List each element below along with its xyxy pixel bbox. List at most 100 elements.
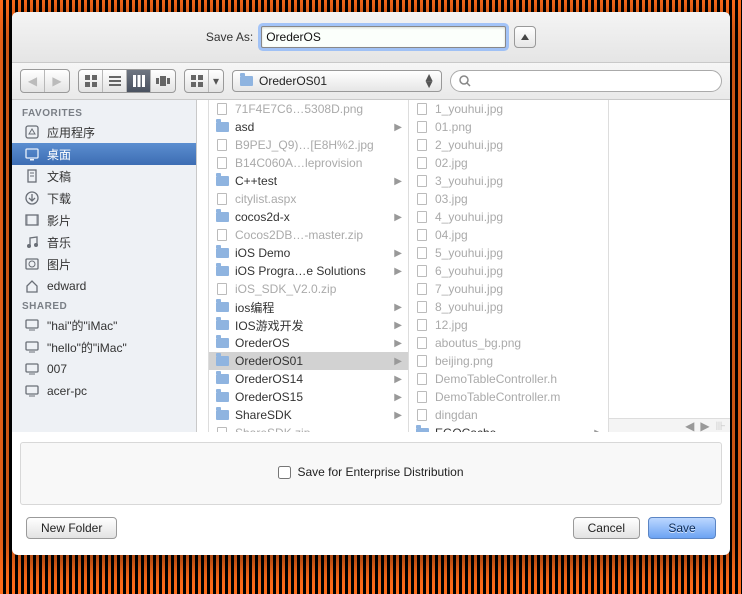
file-row[interactable]: 7_youhui.jpg <box>409 280 608 298</box>
file-row[interactable]: B14C060A…leprovision <box>209 154 408 172</box>
file-icon <box>215 156 229 170</box>
sidebar-item-label: 桌面 <box>47 146 71 163</box>
sidebar-item[interactable]: "hai"的"iMac" <box>12 314 196 336</box>
sidebar-item[interactable]: 桌面 <box>12 143 196 165</box>
sidebar-item[interactable]: 图片 <box>12 253 196 275</box>
file-row[interactable]: ShareSDK ▶ <box>209 406 408 424</box>
file-icon <box>415 246 429 260</box>
file-row[interactable]: 12.jpg <box>409 316 608 334</box>
sidebar-item[interactable]: edward <box>12 275 196 297</box>
horizontal-scrollbar[interactable]: ◀▶⊪ <box>609 418 730 432</box>
file-name: ShareSDK.zip <box>235 426 402 432</box>
file-row[interactable]: 01.png <box>409 118 608 136</box>
folder-icon <box>215 354 229 368</box>
file-row[interactable]: 5_youhui.jpg <box>409 244 608 262</box>
file-row[interactable]: EGOCache▶ <box>409 424 608 432</box>
file-row[interactable]: aboutus_bg.png <box>409 334 608 352</box>
file-row[interactable]: Cocos2DB…-master.zip <box>209 226 408 244</box>
file-icon <box>215 138 229 152</box>
file-row[interactable]: beijing.png <box>409 352 608 370</box>
column-edge <box>197 100 209 432</box>
file-row[interactable]: 1_youhui.jpg <box>409 100 608 118</box>
grid-icon <box>85 75 97 87</box>
saveas-input[interactable] <box>261 26 506 48</box>
file-row[interactable]: ios编程▶ <box>209 298 408 316</box>
list-icon <box>109 75 121 87</box>
file-row[interactable]: OrederOS14▶ <box>209 370 408 388</box>
file-name: dingdan <box>435 408 602 422</box>
file-row[interactable]: dingdan <box>409 406 608 424</box>
file-row[interactable]: B9PEJ_Q9)…[E8H%2.jpg <box>209 136 408 154</box>
coverflow-icon <box>156 76 170 86</box>
enterprise-checkbox[interactable]: Save for Enterprise Distribution <box>278 465 463 479</box>
arrange-button[interactable] <box>185 70 209 92</box>
cancel-button[interactable]: Cancel <box>573 517 640 539</box>
sidebar-item[interactable]: 应用程序 <box>12 121 196 143</box>
file-row[interactable]: asd▶ <box>209 118 408 136</box>
file-row[interactable]: 3_youhui.jpg <box>409 172 608 190</box>
sidebar-section-header: SHARED <box>12 297 196 314</box>
file-row[interactable]: 04.jpg <box>409 226 608 244</box>
sidebar-item[interactable]: 影片 <box>12 209 196 231</box>
file-row[interactable]: OrederOS▶ <box>209 334 408 352</box>
sidebar-item[interactable]: acer-pc <box>12 380 196 402</box>
file-icon <box>415 174 429 188</box>
file-row[interactable]: 4_youhui.jpg <box>409 208 608 226</box>
file-row[interactable]: 2_youhui.jpg <box>409 136 608 154</box>
forward-button[interactable]: ▶ <box>45 70 69 92</box>
sidebar-item[interactable]: 音乐 <box>12 231 196 253</box>
chevron-right-icon: ▶ <box>594 428 602 433</box>
file-row[interactable]: 8_youhui.jpg <box>409 298 608 316</box>
file-row[interactable]: C++test▶ <box>209 172 408 190</box>
view-mode[interactable] <box>78 69 176 93</box>
download-icon <box>24 190 40 206</box>
file-row[interactable]: OrederOS01▶ <box>209 352 408 370</box>
file-row[interactable]: 71F4E7C6…5308D.png <box>209 100 408 118</box>
new-folder-button[interactable]: New Folder <box>26 517 117 539</box>
file-name: IOS游戏开发 <box>235 317 388 334</box>
column-view-button[interactable] <box>127 70 151 92</box>
column-1[interactable]: 71F4E7C6…5308D.pngasd▶B9PEJ_Q9)…[E8H%2.j… <box>209 100 409 432</box>
file-row[interactable]: DemoTableController.h <box>409 370 608 388</box>
file-row[interactable]: 02.jpg <box>409 154 608 172</box>
file-row[interactable]: IOS游戏开发▶ <box>209 316 408 334</box>
sidebar-item-label: edward <box>47 279 86 293</box>
sidebar-item[interactable]: 文稿 <box>12 165 196 187</box>
file-row[interactable]: cocos2d-x▶ <box>209 208 408 226</box>
path-popup[interactable]: OrederOS01 ▲▼ <box>232 70 442 92</box>
chevron-right-icon: ▶ <box>394 410 402 421</box>
file-row[interactable]: DemoTableController.m <box>409 388 608 406</box>
arrange-menu[interactable]: ▾ <box>184 69 224 93</box>
file-icon <box>215 102 229 116</box>
file-icon <box>215 192 229 206</box>
sidebar-item[interactable]: 007 <box>12 358 196 380</box>
file-row[interactable]: 03.jpg <box>409 190 608 208</box>
column-2[interactable]: 1_youhui.jpg01.png2_youhui.jpg02.jpg3_yo… <box>409 100 609 432</box>
file-name: ShareSDK <box>235 408 388 422</box>
save-button[interactable]: Save <box>648 517 716 539</box>
icon-view-button[interactable] <box>79 70 103 92</box>
file-row[interactable]: iOS Demo▶ <box>209 244 408 262</box>
nav-back-forward[interactable]: ◀ ▶ <box>20 69 70 93</box>
collapse-toggle[interactable] <box>514 26 536 48</box>
coverflow-view-button[interactable] <box>151 70 175 92</box>
back-button[interactable]: ◀ <box>21 70 45 92</box>
list-view-button[interactable] <box>103 70 127 92</box>
file-row[interactable]: ShareSDK.zip <box>209 424 408 432</box>
file-row[interactable]: iOS_SDK_V2.0.zip <box>209 280 408 298</box>
search-field[interactable] <box>450 70 722 92</box>
folder-icon <box>215 408 229 422</box>
file-name: iOS Demo <box>235 246 388 260</box>
file-row[interactable]: iOS Progra…e Solutions▶ <box>209 262 408 280</box>
file-row[interactable]: 6_youhui.jpg <box>409 262 608 280</box>
file-name: asd <box>235 120 388 134</box>
arrange-chevron[interactable]: ▾ <box>209 70 223 92</box>
enterprise-checkbox-input[interactable] <box>278 466 291 479</box>
file-row[interactable]: citylist.aspx <box>209 190 408 208</box>
sidebar-item[interactable]: "hello"的"iMac" <box>12 336 196 358</box>
column-3: ◀▶⊪ <box>609 100 730 432</box>
sidebar-item[interactable]: 下载 <box>12 187 196 209</box>
file-icon <box>415 372 429 386</box>
file-icon <box>415 120 429 134</box>
file-row[interactable]: OrederOS15▶ <box>209 388 408 406</box>
